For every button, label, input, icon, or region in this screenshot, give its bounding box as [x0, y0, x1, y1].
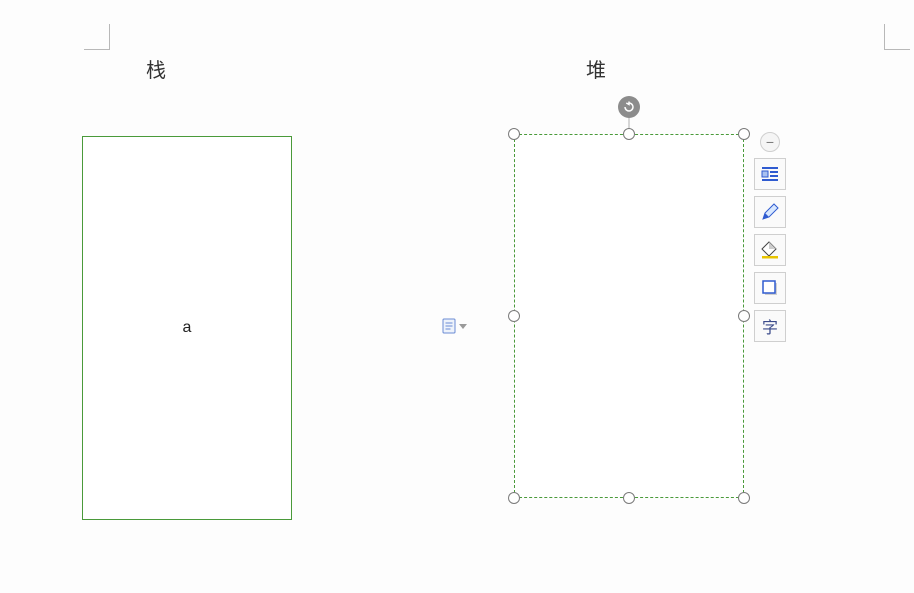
- shape-format-floatbar: − 字: [754, 132, 786, 342]
- rotate-handle[interactable]: [618, 96, 640, 118]
- heap-shape-selection-group: [502, 96, 756, 510]
- heap-rectangle-shape[interactable]: [514, 134, 744, 498]
- text-insert-icon: 字: [762, 314, 778, 338]
- stack-rectangle-shape[interactable]: a: [82, 136, 292, 520]
- shape-outline-button[interactable]: [754, 196, 786, 228]
- resize-handle-middle-right[interactable]: [738, 310, 750, 322]
- floatbar-collapse-button[interactable]: −: [760, 132, 780, 152]
- resize-handle-bottom-right[interactable]: [738, 492, 750, 504]
- layout-options-icon: [760, 164, 780, 184]
- paste-options-tag[interactable]: [442, 318, 467, 334]
- layout-options-button[interactable]: [754, 158, 786, 190]
- shape-effects-icon: [760, 278, 780, 298]
- resize-handle-top-left[interactable]: [508, 128, 520, 140]
- rotate-icon: [622, 100, 636, 114]
- shape-fill-button[interactable]: [754, 234, 786, 266]
- stack-label: 栈: [146, 54, 166, 83]
- page-corner-top-left: [84, 24, 110, 50]
- resize-handle-bottom-left[interactable]: [508, 492, 520, 504]
- heap-label: 堆: [586, 54, 606, 83]
- fill-bucket-icon: [760, 240, 780, 260]
- minus-icon: −: [766, 135, 774, 149]
- stack-rectangle-text: a: [183, 319, 192, 337]
- pen-icon: [760, 202, 780, 222]
- shape-effects-button[interactable]: [754, 272, 786, 304]
- dropdown-caret-icon: [459, 324, 467, 329]
- page-corner-top-right: [884, 24, 910, 50]
- paste-options-icon: [442, 318, 456, 334]
- resize-handle-top-right[interactable]: [738, 128, 750, 140]
- resize-handle-middle-left[interactable]: [508, 310, 520, 322]
- resize-handle-bottom-middle[interactable]: [623, 492, 635, 504]
- insert-text-button[interactable]: 字: [754, 310, 786, 342]
- resize-handle-top-middle[interactable]: [623, 128, 635, 140]
